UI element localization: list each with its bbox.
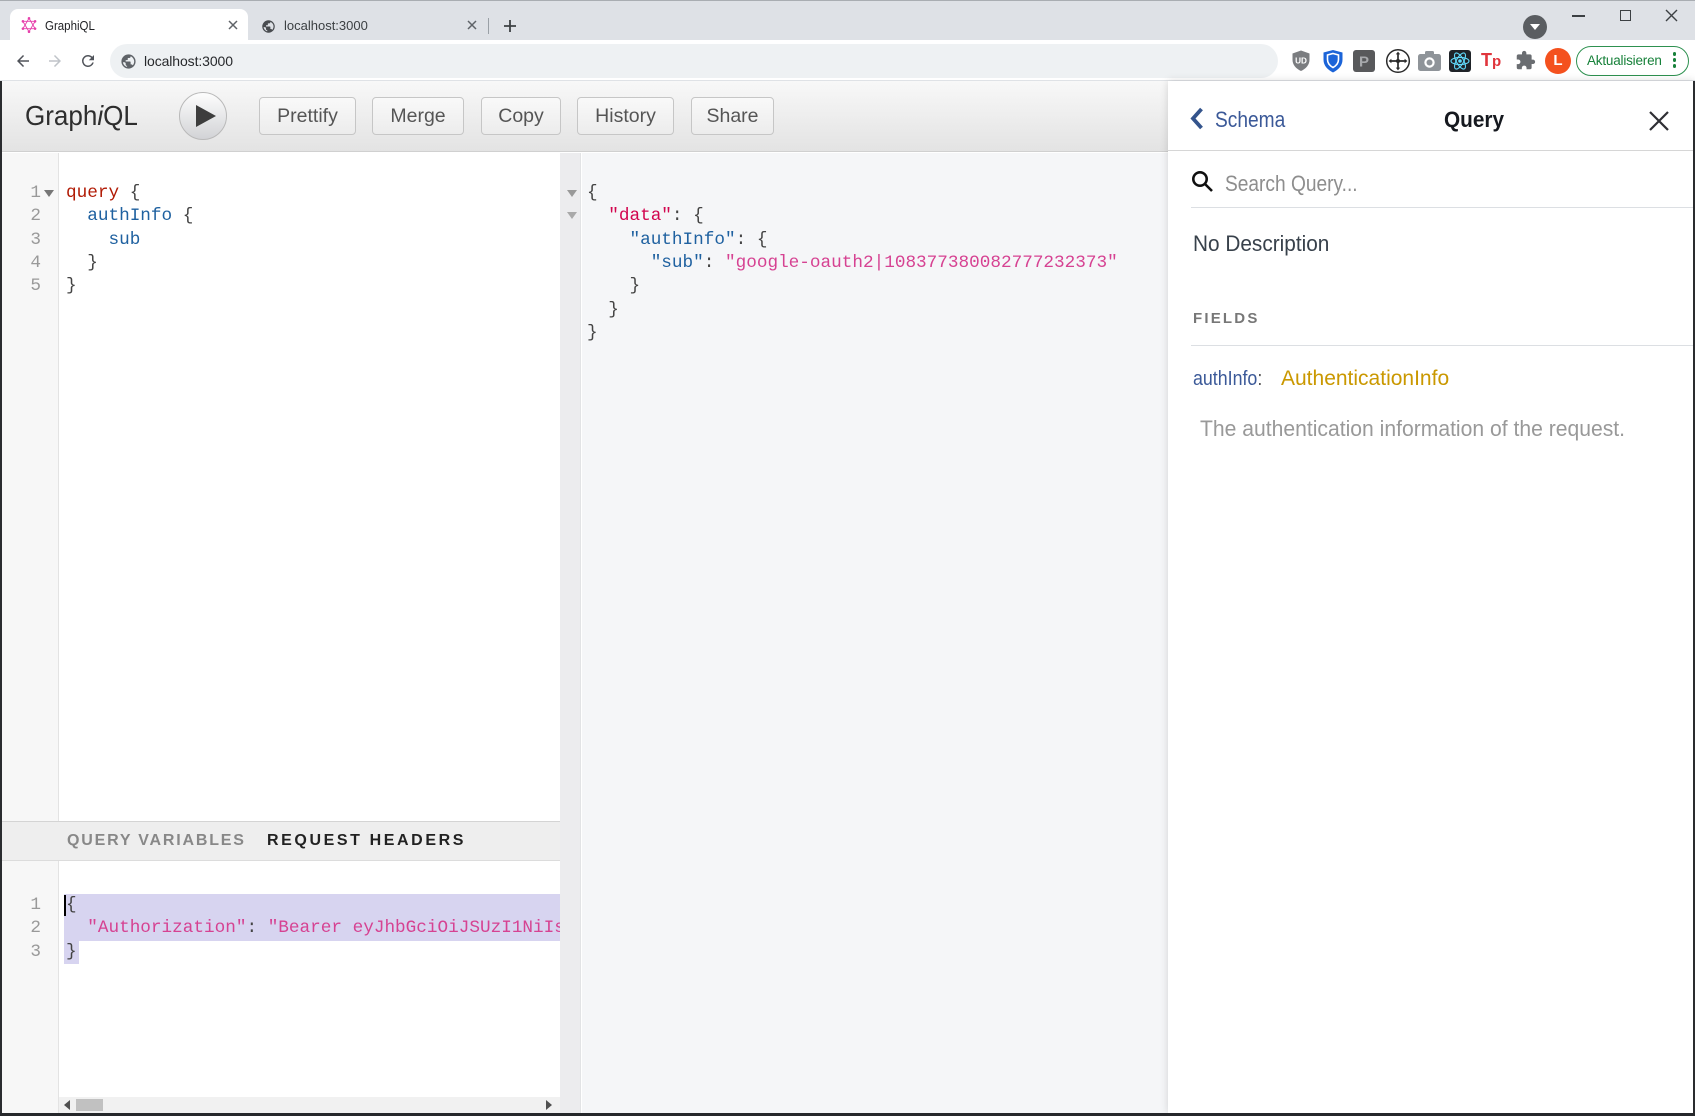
svg-text:UD: UD <box>1295 57 1307 66</box>
svg-text:P: P <box>1359 54 1369 71</box>
